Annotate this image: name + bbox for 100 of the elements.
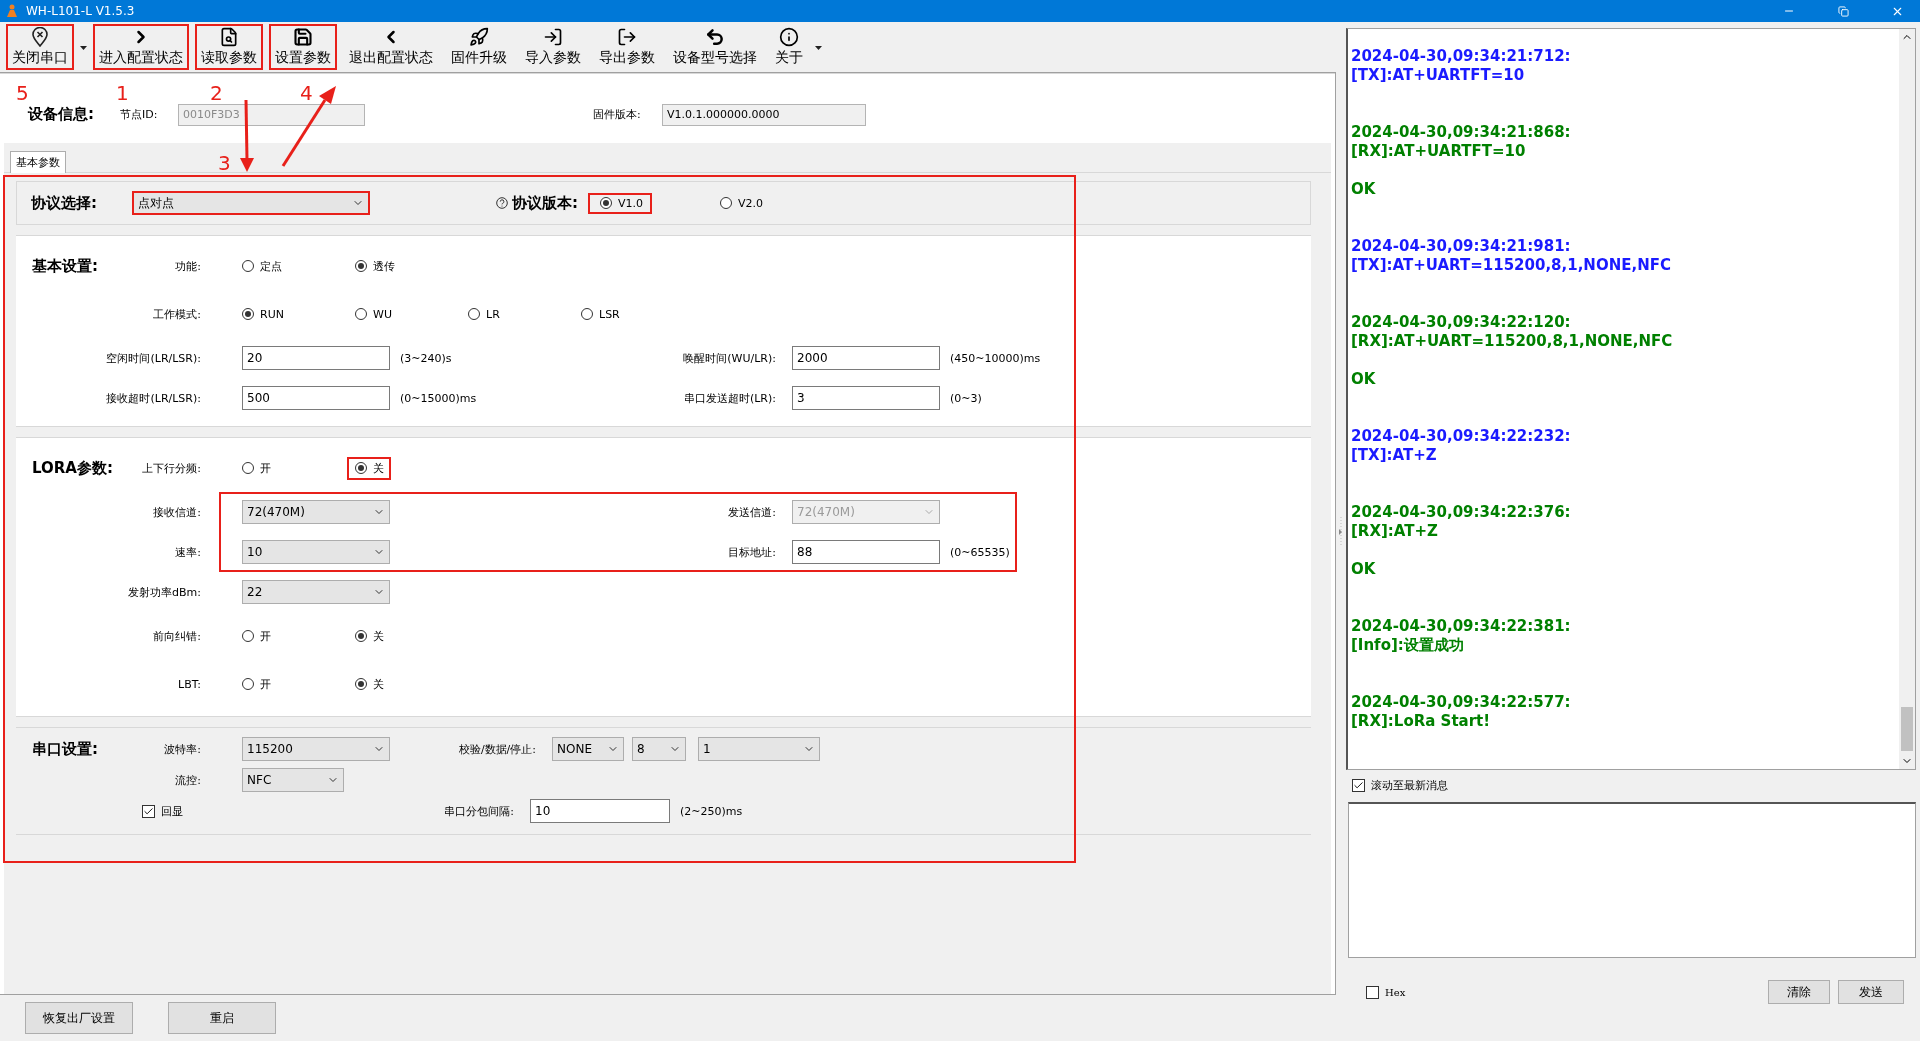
log-timestamp: 2024-04-30,09:34:21:868:: [1351, 123, 1571, 142]
radio-option[interactable]: 关: [347, 456, 392, 480]
annotation-number: 1: [116, 82, 129, 104]
tab[interactable]: 基本参数: [10, 151, 66, 173]
radio-option[interactable]: 定点: [234, 254, 290, 278]
log-reply: OK: [1351, 370, 1376, 389]
rocket-icon: [469, 27, 489, 47]
checkbox[interactable]: Hex: [1366, 985, 1406, 999]
dropdown[interactable]: 115200: [242, 737, 390, 761]
toolbar-button[interactable]: 导入参数: [519, 24, 587, 70]
field-label: 串口分包间隔:: [443, 803, 514, 819]
log-reply: OK: [1351, 180, 1376, 199]
help-icon[interactable]: [496, 197, 508, 209]
exit-icon: [617, 27, 637, 47]
send-text-area[interactable]: [1348, 802, 1916, 958]
check-icon: [143, 805, 154, 817]
document-search-icon: [219, 27, 239, 47]
radio-option[interactable]: LSR: [573, 303, 628, 325]
dropdown[interactable]: 8: [632, 737, 686, 761]
check-icon: [1353, 780, 1364, 791]
log-message: [TX]:AT+UART=115200,8,1,NONE,NFC: [1351, 256, 1671, 275]
section-title: 串口设置:: [32, 739, 98, 759]
field-label: 协议版本:: [512, 193, 578, 213]
radio-option[interactable]: 开: [234, 672, 279, 696]
input-field[interactable]: 10: [530, 799, 670, 823]
log-message: [TX]:AT+Z: [1351, 446, 1437, 465]
dropdown[interactable]: 1: [698, 737, 820, 761]
toolbar-button[interactable]: 关于: [769, 24, 809, 70]
action-button[interactable]: 恢复出厂设置: [25, 1002, 133, 1034]
field-label: 上下行分频:: [142, 460, 201, 476]
radio-option[interactable]: WU: [347, 303, 400, 325]
input-field[interactable]: 88: [792, 540, 940, 564]
field-label: 工作模式:: [153, 306, 201, 322]
range-hint: (3~240)s: [400, 351, 453, 365]
dropdown[interactable]: 72(470M): [242, 500, 390, 524]
field-label: 目标地址:: [727, 544, 776, 560]
range-hint: (450~10000)ms: [950, 351, 1041, 365]
readonly-field: V1.0.1.000000.0000: [662, 103, 866, 126]
info-icon: [779, 27, 799, 47]
scrollbar-thumb[interactable]: [1901, 707, 1913, 751]
radio-option[interactable]: 开: [234, 456, 279, 480]
field-label: LBT:: [178, 677, 201, 691]
annotation-number: 2: [210, 82, 223, 104]
toolbar-button[interactable]: 设置参数: [269, 24, 337, 70]
section-title: 协议选择:: [31, 193, 98, 213]
toolbar-button[interactable]: 退出配置状态: [343, 24, 439, 70]
annotation-number: 3: [218, 152, 231, 174]
section-title: LORA参数:: [32, 458, 113, 478]
log-timestamp: 2024-04-30,09:34:22:381:: [1351, 617, 1571, 636]
input-field[interactable]: 500: [242, 386, 390, 410]
radio-option[interactable]: 关: [347, 672, 392, 696]
log-timestamp: 2024-04-30,09:34:22:577:: [1351, 693, 1571, 712]
dropdown[interactable]: NONE: [552, 737, 624, 761]
toolbar-button[interactable]: 关闭串口: [6, 24, 74, 70]
log-message: [RX]:AT+UART=115200,8,1,NONE,NFC: [1351, 332, 1673, 351]
field-label: 接收超时(LR/LSR):: [106, 390, 201, 406]
checkbox[interactable]: 回显: [142, 803, 183, 819]
log-message: [RX]:AT+UARTFT=10: [1351, 142, 1526, 161]
input-field[interactable]: 3: [792, 386, 940, 410]
toolbar-button[interactable]: 导出参数: [593, 24, 661, 70]
log-reply: OK: [1351, 560, 1376, 579]
field-label: 波特率:: [164, 741, 201, 757]
log-timestamp: 2024-04-30,09:34:21:981:: [1351, 237, 1571, 256]
input-field[interactable]: 2000: [792, 346, 940, 370]
toolbar-button[interactable]: 读取参数: [195, 24, 263, 70]
enter-icon: [543, 27, 563, 47]
undo-arrow-icon: [705, 27, 725, 47]
radio-option[interactable]: 透传: [347, 254, 403, 278]
action-button[interactable]: 重启: [168, 1002, 276, 1034]
field-label: 校验/数据/停止:: [457, 741, 536, 757]
checkbox[interactable]: 滚动至最新消息: [1352, 778, 1448, 793]
window-title: WH-L101-L V1.5.3: [26, 4, 136, 18]
toolbar-button[interactable]: 固件升级: [445, 24, 513, 70]
annotation-number: 4: [300, 82, 313, 104]
dropdown[interactable]: 22: [242, 580, 390, 604]
log-message: [RX]:LoRa Start!: [1351, 712, 1491, 731]
radio-option[interactable]: 关: [347, 624, 392, 648]
log-message: [Info]:设置成功: [1351, 636, 1464, 655]
radio-option[interactable]: V1.0: [588, 192, 664, 214]
dropdown[interactable]: 10: [242, 540, 390, 564]
dropdown[interactable]: NFC: [242, 768, 344, 792]
radio-option[interactable]: V2.0: [708, 192, 784, 214]
section-title: 基本设置:: [32, 256, 98, 276]
section-title: 设备信息:: [28, 105, 95, 124]
action-button[interactable]: 发送: [1838, 980, 1904, 1004]
radio-option[interactable]: 开: [234, 624, 279, 648]
log-timestamp: 2024-04-30,09:34:21:712:: [1351, 47, 1571, 66]
action-button[interactable]: 清除: [1768, 980, 1830, 1004]
toolbar-button[interactable]: 进入配置状态: [93, 24, 189, 70]
radio-option[interactable]: RUN: [234, 303, 292, 325]
input-field[interactable]: 20: [242, 346, 390, 370]
annotation-number: 5: [16, 82, 29, 104]
save-icon: [293, 27, 313, 47]
radio-option[interactable]: LR: [460, 303, 508, 325]
location-pin-icon: [31, 27, 49, 47]
dropdown[interactable]: 点对点: [132, 191, 370, 215]
toolbar-button[interactable]: 设备型号选择: [667, 24, 763, 70]
field-label: 唤醒时间(WU/LR):: [682, 350, 776, 366]
field-label: 发送信道:: [727, 504, 776, 520]
log-message: [TX]:AT+UARTFT=10: [1351, 66, 1525, 85]
